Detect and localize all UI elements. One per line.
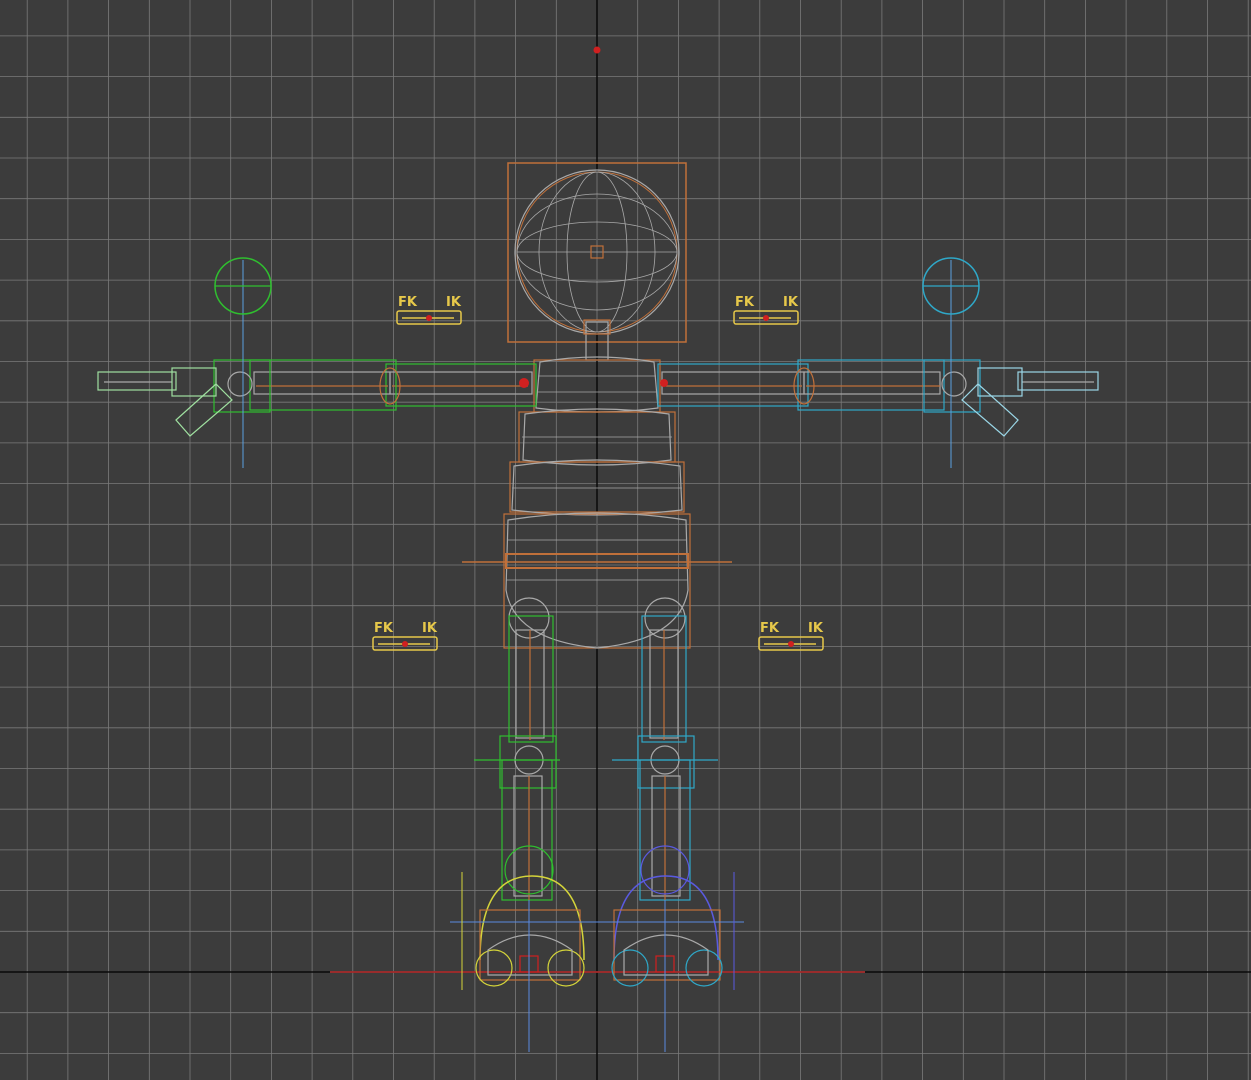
left-thumb[interactable]	[175, 383, 233, 437]
right-hand-fingers[interactable]	[1017, 371, 1099, 391]
top-pivot-marker[interactable]	[593, 46, 601, 54]
fkik-switch-left-leg[interactable]: FK IK	[372, 621, 438, 651]
left-knee-control[interactable]	[499, 735, 557, 789]
ik-label: IK	[783, 295, 799, 310]
left-foot-mesh	[487, 934, 573, 976]
left-upperarm-bone	[389, 371, 533, 395]
left-wrist-joint[interactable]	[227, 371, 253, 397]
left-hip-joint	[508, 597, 550, 639]
fk-label: FK	[760, 621, 780, 636]
left-arm-rig[interactable]	[97, 257, 537, 468]
ik-label: IK	[808, 621, 824, 636]
right-arm-rig[interactable]	[657, 257, 1099, 468]
right-forearm-bone	[803, 371, 941, 395]
fk-label: FK	[398, 295, 418, 310]
right-wrist-joint[interactable]	[941, 371, 967, 397]
left-leg-rig[interactable]	[450, 597, 600, 1052]
left-hand-palm[interactable]	[171, 367, 217, 397]
right-upperarm-control[interactable]	[657, 363, 809, 407]
left-shoulder-joint[interactable]	[519, 378, 529, 388]
left-upperarm-control[interactable]	[385, 363, 537, 407]
3d-viewport[interactable]: FK IK FK IK FK IK FK IK	[0, 0, 1251, 1080]
right-knee-control[interactable]	[637, 735, 695, 789]
head-rig[interactable]	[507, 162, 687, 361]
right-foot-control[interactable]	[613, 909, 721, 981]
fkik-slider-knob[interactable]	[788, 641, 794, 647]
right-foot-mesh	[623, 934, 709, 976]
right-shoulder-joint[interactable]	[660, 379, 668, 387]
right-foot-roll-control[interactable]	[613, 875, 719, 961]
fkik-slider-knob[interactable]	[763, 315, 769, 321]
fkik-switch-right-arm[interactable]: FK IK	[733, 295, 799, 325]
fk-label: FK	[735, 295, 755, 310]
right-thumb[interactable]	[961, 383, 1019, 437]
right-shin-bone	[651, 775, 681, 897]
right-upperarm-bone	[661, 371, 805, 395]
right-hand-palm[interactable]	[977, 367, 1023, 397]
wireframe-scene[interactable]: FK IK FK IK FK IK FK IK	[0, 0, 1251, 1080]
left-hand-fingers[interactable]	[97, 371, 177, 391]
fkik-slider-knob[interactable]	[402, 641, 408, 647]
fk-label: FK	[374, 621, 394, 636]
ik-label: IK	[446, 295, 462, 310]
left-forearm-bone	[253, 371, 391, 395]
right-hip-joint	[644, 597, 686, 639]
fkik-switch-right-leg[interactable]: FK IK	[758, 621, 824, 651]
right-leg-rig[interactable]	[596, 597, 744, 1052]
ik-label: IK	[422, 621, 438, 636]
fkik-slider-knob[interactable]	[426, 315, 432, 321]
left-shin-control[interactable]	[501, 759, 553, 901]
fkik-switch-left-arm[interactable]: FK IK	[396, 295, 462, 325]
